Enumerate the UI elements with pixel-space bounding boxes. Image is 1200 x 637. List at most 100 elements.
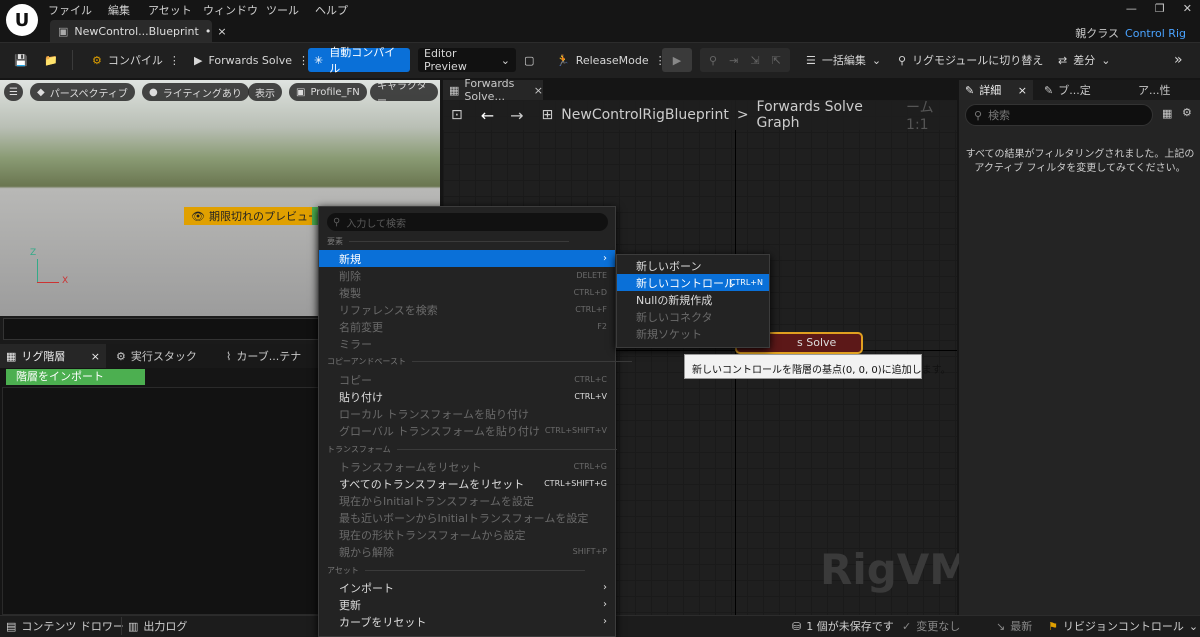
tab-blueprint-settings[interactable]: ✎ ブ...定 <box>1038 80 1097 100</box>
menu-item-import[interactable]: インポート › <box>319 579 615 596</box>
menu-item-set-initial-from-current[interactable]: 現在からInitialトランスフォームを設定 <box>319 492 615 509</box>
compile-button[interactable]: ⚙ コンパイル ⋮ <box>86 48 186 72</box>
chevron-down-icon: ⌄ <box>871 53 882 67</box>
menu-item-delete[interactable]: 削除 DELETE <box>319 267 615 284</box>
outdated-preview-warning[interactable]: 👁 期限切れのプレビュー <box>184 207 326 225</box>
submenu-item-new-connector[interactable]: 新しいコネクタ <box>617 308 769 325</box>
shortcut-label: F2 <box>597 322 607 331</box>
overflow-icon[interactable]: » <box>1168 48 1189 72</box>
breadcrumb-leaf[interactable]: Forwards Solve Graph <box>757 99 901 131</box>
unsaved-indicator[interactable]: ⛁ 1 個が未保存です <box>792 618 894 634</box>
menu-item-unparent[interactable]: 親から解除 SHIFT+P <box>319 543 615 560</box>
menu-item-paste-global-transform[interactable]: グローバル トランスフォームを貼り付け CTRL+SHIFT+V <box>319 422 615 439</box>
lighting-button[interactable]: ● ライティングあり <box>142 83 249 101</box>
shortcut-label: CTRL+C <box>574 375 607 384</box>
release-mode-button[interactable]: 🏃 ReleaseMode ⋮ <box>550 48 672 72</box>
tab-rig-hierarchy[interactable]: ▦ リグ階層 × <box>0 344 106 368</box>
diff-button[interactable]: ⇄ 差分 ⌄ <box>1052 48 1116 72</box>
menu-item-duplicate[interactable]: 複製 CTRL+D <box>319 284 615 301</box>
back-arrow-icon[interactable]: ← <box>481 106 494 125</box>
menu-help[interactable]: ヘルプ <box>315 2 348 18</box>
no-changes-indicator[interactable]: ✓ 変更なし <box>902 618 960 634</box>
close-icon[interactable]: × <box>534 84 543 97</box>
play-button[interactable]: ▶ <box>662 48 692 72</box>
menu-item-label: 新規 <box>339 252 361 266</box>
menu-item-reset-all-transforms[interactable]: すべてのトランスフォームをリセット CTRL+SHIFT+G <box>319 475 615 492</box>
close-icon[interactable]: × <box>91 350 100 363</box>
grid-view-icon[interactable]: ▦ <box>1162 107 1172 120</box>
bookmark-icon[interactable]: ⊡ <box>451 107 463 123</box>
close-window-icon[interactable]: ✕ <box>1183 2 1192 15</box>
menu-item-refresh[interactable]: 更新 › <box>319 596 615 613</box>
context-search-input[interactable]: ⚲ 入力して検索 <box>327 213 608 231</box>
gear-icon[interactable]: ⚙ <box>1182 106 1192 119</box>
perspective-button[interactable]: ◆ パースペクティブ <box>30 83 135 101</box>
submenu-item-new-null[interactable]: Nullの新規作成 <box>617 291 769 308</box>
show-button[interactable]: 表示 <box>248 83 282 101</box>
menu-item-paste-local-transform[interactable]: ローカル トランスフォームを貼り付け <box>319 405 615 422</box>
menu-item-set-initial-from-closest-bone[interactable]: 最も近いボーンからInitialトランスフォームを設定 <box>319 509 615 526</box>
menu-item-copy[interactable]: コピー CTRL+C <box>319 371 615 388</box>
minimize-icon[interactable]: — <box>1126 2 1137 15</box>
folder-icon[interactable]: ▢ <box>518 48 540 72</box>
revision-control-button[interactable]: ⚑ リビジョンコントロール ⌄ <box>1048 618 1198 634</box>
chevron-right-icon: › <box>603 253 607 264</box>
profile-button[interactable]: ▣ Profile_FN <box>289 83 367 101</box>
submenu-item-new-bone[interactable]: 新しいボーン <box>617 257 769 274</box>
submenu-item-new-control[interactable]: 新しいコントロール CTRL+N <box>617 274 769 291</box>
menu-item-find-references[interactable]: リファレンスを検索 CTRL+F <box>319 301 615 318</box>
menu-file[interactable]: ファイル <box>48 2 92 18</box>
divider <box>364 570 585 571</box>
more-icon[interactable]: ⋮ <box>169 54 180 67</box>
menu-item-set-from-shape-transform[interactable]: 現在の形状トランスフォームから設定 <box>319 526 615 543</box>
play-icon: ▶ <box>672 53 682 67</box>
details-search-input[interactable]: ⚲ 検索 <box>965 104 1153 126</box>
breadcrumb-root[interactable]: NewControlRigBlueprint <box>561 107 729 123</box>
forwards-solve-button[interactable]: ▶ Forwards Solve ⋮ <box>188 48 315 72</box>
viewport-menu-button[interactable]: ☰ <box>4 83 23 101</box>
menu-tools[interactable]: ツール <box>266 2 299 18</box>
menu-asset[interactable]: アセット <box>148 2 192 18</box>
character-button[interactable]: キャラクター <box>370 83 438 101</box>
graph-icon: ▦ <box>449 83 460 97</box>
latest-indicator[interactable]: ↘ 最新 <box>996 618 1032 634</box>
step-controls[interactable]: ⚲ ⇥ ⇲ ⇱ <box>700 48 790 72</box>
menu-window[interactable]: ウィンドウ <box>203 2 258 18</box>
tab-execution-stack[interactable]: ⚙ 実行スタック <box>110 344 203 368</box>
tab-curve-container[interactable]: ⌇ カーブ...テナ <box>220 344 307 368</box>
tab-asset-properties[interactable]: ア...性 <box>1132 80 1177 100</box>
menu-item-rename[interactable]: 名前変更 F2 <box>319 318 615 335</box>
browse-icon[interactable]: 📁 <box>38 48 64 72</box>
content-drawer-button[interactable]: ▤ コンテンツ ドロワー <box>6 618 124 634</box>
menu-item-paste[interactable]: 貼り付け CTRL+V <box>319 388 615 405</box>
tab-details[interactable]: ✎ 詳細 × <box>959 80 1033 100</box>
maximize-icon[interactable]: ❐ <box>1155 2 1165 15</box>
tab-forwards-solve-graph[interactable]: ▦ Forwards Solve... × <box>443 77 543 103</box>
submenu-item-new-socket[interactable]: 新規ソケット <box>617 325 769 342</box>
forward-arrow-icon[interactable]: → <box>510 106 523 125</box>
output-log-button[interactable]: ▥ 出力ログ <box>128 618 187 634</box>
unreal-logo-icon[interactable]: U <box>6 4 38 36</box>
divider <box>411 361 632 362</box>
rig-module-switch-button[interactable]: ⚲ リグモジュールに切り替え <box>892 48 1049 72</box>
eye-icon: 👁 <box>191 209 205 223</box>
menu-item-mirror[interactable]: ミラー <box>319 335 615 352</box>
bulk-edit-button[interactable]: ☰ 一括編集 ⌄ <box>800 48 887 72</box>
auto-compile-button[interactable]: ✳ 自動コンパイル <box>308 46 410 75</box>
menu-item-new[interactable]: 新規 › <box>319 250 615 267</box>
close-icon[interactable]: × <box>1018 84 1027 97</box>
menu-edit[interactable]: 編集 <box>108 2 130 18</box>
menu-item-reset-transform[interactable]: トランスフォームをリセット CTRL+G <box>319 458 615 475</box>
menu-item-reset-curves[interactable]: カーブをリセット › <box>319 613 615 630</box>
menu-item-label: グローバル トランスフォームを貼り付け <box>339 424 540 438</box>
document-tab[interactable]: ▣ NewControl...Blueprint • × <box>50 20 227 42</box>
parent-class-link[interactable]: Control Rig <box>1125 27 1186 40</box>
preview-dropdown[interactable]: Editor Preview ⌄ <box>418 47 516 73</box>
close-icon[interactable]: × <box>217 25 226 38</box>
chevron-down-icon: ⌄ <box>1101 53 1111 67</box>
import-hierarchy-button[interactable]: 階層をインポート <box>6 369 145 385</box>
shortcut-label: CTRL+D <box>573 288 607 297</box>
content-drawer-label: コンテンツ ドロワー <box>21 620 124 633</box>
save-icon[interactable]: 💾 <box>8 48 34 72</box>
menu-item-label: カーブをリセット <box>339 615 427 629</box>
